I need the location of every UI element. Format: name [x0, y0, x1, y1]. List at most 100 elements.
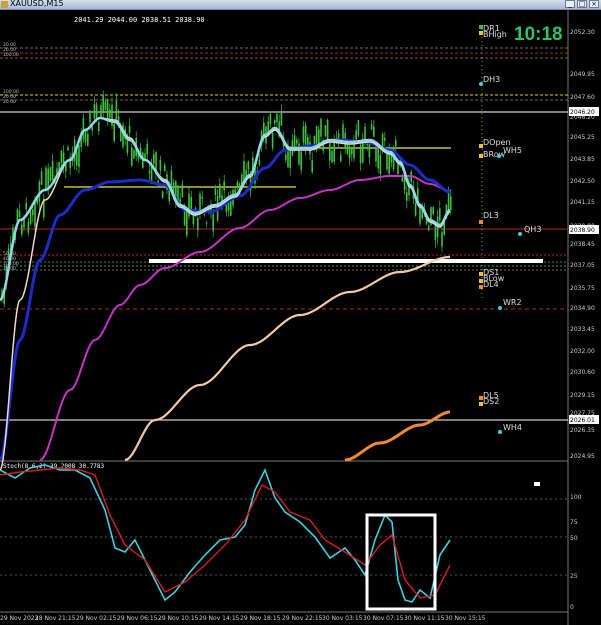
highlight-box[interactable] — [365, 513, 437, 611]
time-label: 29 Nov 06:15 — [117, 615, 158, 622]
candle-body — [331, 150, 333, 163]
tag-wh4: WH4 — [503, 423, 522, 432]
candle-body — [49, 167, 52, 182]
price-label: 2030.60 — [570, 369, 595, 376]
candle-body — [47, 168, 49, 189]
candle-body — [186, 211, 188, 236]
candle-body — [89, 110, 91, 123]
price-label: 2024.95 — [570, 453, 595, 460]
candle-body — [84, 131, 87, 142]
candle-body — [447, 190, 450, 211]
osc-axis: 100 75 50 25 0 — [570, 494, 582, 611]
price-axis[interactable]: 2052.30 2049.95 2047.60 2046.20 2045.25 2043.… — [570, 29, 595, 460]
candle-body — [78, 145, 80, 167]
tag-marker — [498, 430, 502, 434]
price-label: 2034.90 — [570, 305, 595, 312]
candle-body — [434, 225, 437, 241]
candle-body — [395, 140, 397, 147]
candle-body — [197, 218, 199, 231]
candle-body — [348, 146, 351, 158]
price-label: 2045.25 — [570, 134, 595, 141]
candle-body — [87, 134, 89, 146]
candle-body — [302, 126, 305, 143]
candle-body — [100, 104, 102, 118]
left-tag: 16.00 — [3, 266, 16, 272]
tag-dl3: DL3 — [483, 211, 499, 220]
candle-body — [419, 207, 421, 224]
candle-body — [432, 207, 434, 215]
candle-body — [247, 161, 250, 170]
candle-body — [311, 160, 313, 173]
candle-body — [269, 113, 272, 125]
tag-marker — [498, 306, 502, 310]
price-label: 2035.75 — [570, 285, 595, 292]
candle-body — [214, 188, 217, 195]
time-label: 29 Nov 2023 — [0, 615, 39, 622]
candle-body — [51, 160, 54, 180]
candle-body — [364, 126, 366, 141]
candle-body — [67, 147, 69, 151]
candle-body — [128, 125, 131, 133]
price-marker: 2026.01 — [570, 417, 595, 424]
candle-body — [439, 208, 441, 221]
price-label: 2043.85 — [570, 156, 595, 163]
candle-body — [320, 119, 322, 137]
tag-bhigh: BHigh — [483, 30, 507, 39]
candle-body — [115, 101, 118, 120]
candle-body — [379, 154, 382, 175]
candle-body — [366, 143, 368, 145]
candle-body — [386, 152, 388, 170]
price-chart[interactable]: DR1 BHigh DH3 DOpen BRow WH5 DL3 QH3 DS1… — [0, 0, 601, 625]
price-label: 2052.30 — [570, 29, 595, 36]
candle-body — [441, 232, 443, 247]
time-label: 30 Nov 15:15 — [445, 615, 486, 622]
candle-body — [113, 124, 115, 142]
stoch-main-line — [0, 464, 451, 603]
candle-body — [271, 133, 274, 148]
candle-body — [333, 142, 335, 162]
candle-body — [414, 203, 417, 216]
candle-body — [285, 154, 287, 160]
candle-body — [296, 139, 298, 144]
candle-body — [21, 224, 23, 235]
candle-body — [18, 210, 21, 217]
candle-body — [219, 184, 221, 198]
osc-axis-label: 0 — [570, 604, 574, 611]
candle-body — [357, 120, 360, 136]
candle-body — [370, 124, 373, 130]
candle-body — [324, 125, 327, 136]
candle-body — [342, 124, 344, 141]
chart-window: XAUUSD,M15 _ □ × 2041.29 2044.00 2038.51… — [0, 0, 601, 625]
candle-body — [45, 167, 47, 192]
candle-body — [161, 191, 164, 198]
tag-dl4: DL4 — [483, 280, 499, 289]
left-tag: 100.00 — [3, 52, 19, 58]
candle-body — [351, 147, 353, 155]
candle-body — [131, 147, 133, 166]
candle-body — [346, 144, 349, 154]
ma-orange — [344, 410, 451, 462]
candle-body — [406, 192, 408, 201]
price-label: 2038.45 — [570, 241, 595, 248]
candle-body — [289, 151, 291, 168]
time-label: 29 Nov 18:15 — [240, 615, 281, 622]
candle-body — [276, 113, 278, 123]
price-label: 2026.35 — [570, 427, 595, 434]
osc-marker — [534, 482, 540, 486]
candle-body — [133, 150, 135, 159]
price-label: 2029.15 — [570, 392, 595, 399]
candle-body — [27, 221, 30, 233]
candle-body — [280, 110, 283, 126]
candle-body — [164, 164, 166, 171]
price-label: 2041.15 — [570, 199, 595, 206]
candle-body — [40, 171, 43, 185]
candle-body — [82, 117, 85, 140]
time-axis[interactable]: 29 Nov 2023 28 Nov 21:15 29 Nov 02:15 29… — [0, 615, 486, 622]
candle-body — [236, 181, 239, 187]
time-label: 29 Nov 22:15 — [282, 615, 323, 622]
price-label: 2049.95 — [570, 71, 595, 78]
candle-body — [76, 152, 78, 166]
ma-magenta — [39, 175, 451, 461]
candle-body — [190, 197, 192, 211]
ma-peach — [124, 255, 451, 462]
